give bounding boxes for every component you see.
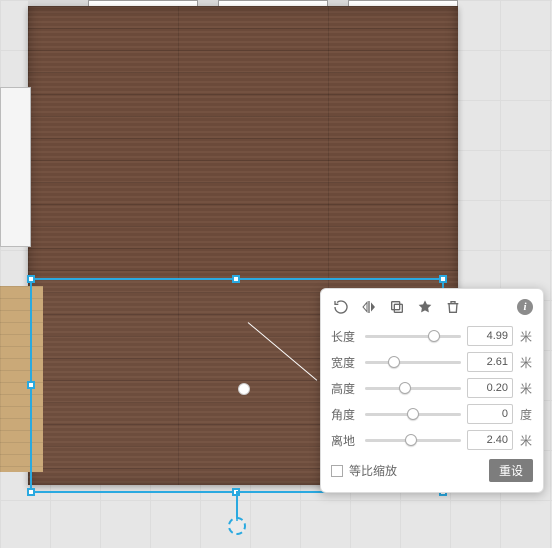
property-label: 高度 xyxy=(331,380,359,397)
reset-button[interactable]: 重设 xyxy=(489,459,533,482)
rotate-icon[interactable] xyxy=(333,299,349,315)
properties-panel: i 长度米宽度米高度米角度度离地米 等比缩放 重设 xyxy=(320,288,544,493)
counter-fixture xyxy=(0,87,31,247)
property-label: 离地 xyxy=(331,432,359,449)
resize-handle-tl[interactable] xyxy=(27,275,35,283)
star-icon[interactable] xyxy=(417,299,433,315)
property-value-input[interactable] xyxy=(467,404,513,424)
property-value-input[interactable] xyxy=(467,326,513,346)
property-unit: 米 xyxy=(519,380,533,397)
checkbox-box[interactable] xyxy=(331,465,343,477)
property-row: 长度 米 xyxy=(331,323,533,349)
proportional-scale-label: 等比缩放 xyxy=(349,462,397,479)
panel-toolbar: i xyxy=(331,297,533,323)
property-label: 宽度 xyxy=(331,354,359,371)
trash-icon[interactable] xyxy=(445,299,461,315)
property-slider[interactable] xyxy=(365,407,461,421)
property-unit: 米 xyxy=(519,354,533,371)
copy-icon[interactable] xyxy=(389,299,405,315)
info-icon[interactable]: i xyxy=(517,299,533,315)
property-label: 长度 xyxy=(331,328,359,345)
property-slider[interactable] xyxy=(365,355,461,369)
property-row: 高度 米 xyxy=(331,375,533,401)
property-unit: 度 xyxy=(519,406,533,423)
flip-horizontal-icon[interactable] xyxy=(361,299,377,315)
design-canvas[interactable]: i 长度米宽度米高度米角度度离地米 等比缩放 重设 xyxy=(0,0,552,548)
property-row: 宽度 米 xyxy=(331,349,533,375)
property-slider[interactable] xyxy=(365,329,461,343)
resize-handle-tr[interactable] xyxy=(439,275,447,283)
resize-handle-ml[interactable] xyxy=(27,381,35,389)
property-value-input[interactable] xyxy=(467,430,513,450)
property-row: 角度 度 xyxy=(331,401,533,427)
resize-handle-tm[interactable] xyxy=(232,275,240,283)
property-value-input[interactable] xyxy=(467,352,513,372)
property-row: 离地 米 xyxy=(331,427,533,453)
property-slider[interactable] xyxy=(365,381,461,395)
rotate-handle[interactable] xyxy=(228,517,246,535)
proportional-scale-checkbox[interactable]: 等比缩放 xyxy=(331,462,397,479)
property-unit: 米 xyxy=(519,328,533,345)
property-value-input[interactable] xyxy=(467,378,513,398)
property-label: 角度 xyxy=(331,406,359,423)
property-unit: 米 xyxy=(519,432,533,449)
property-slider[interactable] xyxy=(365,433,461,447)
resize-handle-bl[interactable] xyxy=(27,488,35,496)
